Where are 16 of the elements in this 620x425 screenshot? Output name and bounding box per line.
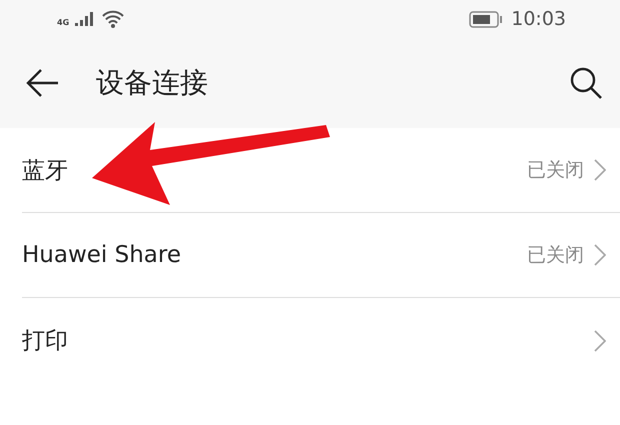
status-text: 已关闭 (527, 243, 584, 268)
battery-icon (469, 10, 504, 28)
status-text: 已关闭 (527, 158, 584, 183)
signal-icon (75, 12, 96, 26)
network-label: 4G (57, 18, 70, 27)
wifi-icon (101, 10, 126, 28)
page-title: 设备连接 (96, 65, 209, 101)
settings-row[interactable]: Huawei Share 已关闭 (22, 213, 620, 298)
row-label: Huawei Share (22, 242, 182, 268)
chevron-icon (594, 244, 606, 266)
chevron-icon (594, 330, 606, 352)
row-label: 蓝牙 (22, 156, 69, 186)
settings-row[interactable]: 打印 (22, 298, 620, 383)
row-label: 打印 (22, 327, 69, 356)
clock-time: 10:03 (511, 8, 566, 30)
chevron-icon (594, 159, 606, 181)
